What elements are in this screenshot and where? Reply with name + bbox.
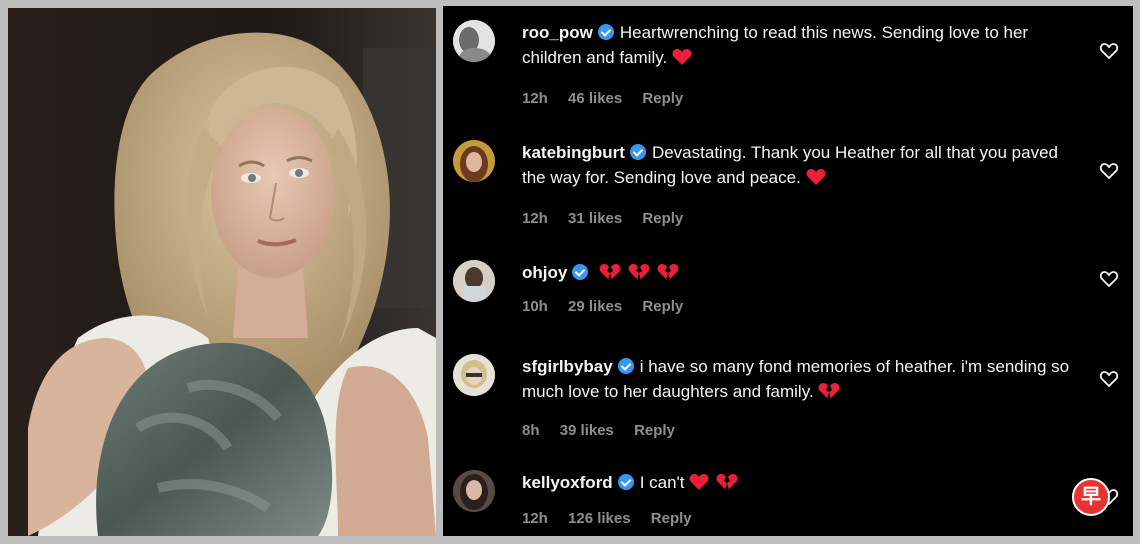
comment-body: kellyoxford I can't bbox=[522, 470, 1073, 498]
reply-button[interactable]: Reply bbox=[651, 510, 692, 527]
avatar[interactable] bbox=[453, 260, 495, 302]
avatar[interactable] bbox=[453, 470, 495, 512]
reply-button[interactable]: Reply bbox=[642, 210, 683, 227]
comment-meta: 12h 31 likes Reply bbox=[522, 210, 699, 227]
comment-time: 8h bbox=[522, 422, 540, 439]
broken-heart-icon bbox=[818, 382, 840, 407]
verified-badge-icon bbox=[597, 24, 614, 40]
comment-body: katebingburt Devastating. Thank you Heath… bbox=[522, 140, 1073, 193]
comment-username[interactable]: katebingburt bbox=[522, 143, 625, 162]
verified-badge-icon bbox=[629, 144, 646, 160]
portrait-photo bbox=[8, 8, 436, 536]
reply-button[interactable]: Reply bbox=[642, 90, 683, 107]
comment-text: I can't bbox=[639, 473, 685, 492]
like-heart-icon[interactable] bbox=[1099, 41, 1119, 61]
verified-badge-icon bbox=[617, 474, 634, 490]
comment-time: 12h bbox=[522, 510, 548, 527]
like-heart-icon[interactable] bbox=[1099, 269, 1119, 289]
avatar-image bbox=[453, 20, 495, 62]
broken-heart-icon bbox=[628, 263, 650, 288]
broken-heart-icon bbox=[716, 473, 738, 498]
avatar-image bbox=[453, 470, 495, 512]
verified-badge-icon bbox=[617, 358, 634, 374]
comment-time: 10h bbox=[522, 298, 548, 315]
comment-time: 12h bbox=[522, 210, 548, 227]
comment-body: sfgirlbybay i have so many fond memories … bbox=[522, 354, 1073, 407]
comment-username[interactable]: sfgirlbybay bbox=[522, 357, 613, 376]
verified-badge-icon bbox=[572, 264, 589, 280]
broken-heart-icon bbox=[657, 263, 679, 288]
comment-likes[interactable]: 31 likes bbox=[568, 210, 622, 227]
comment-likes[interactable]: 46 likes bbox=[568, 90, 622, 107]
comment-username[interactable]: ohjoy bbox=[522, 263, 567, 282]
red-heart-icon bbox=[672, 48, 692, 73]
comment-item: sfgirlbybay i have so many fond memories … bbox=[443, 350, 1133, 460]
comment-time: 12h bbox=[522, 90, 548, 107]
broken-heart-icon bbox=[599, 263, 621, 288]
comment-likes[interactable]: 39 likes bbox=[560, 422, 614, 439]
comment-body: roo_pow Heartwrenching to read this news.… bbox=[522, 20, 1073, 73]
avatar-image bbox=[453, 140, 495, 182]
comment-likes[interactable]: 126 likes bbox=[568, 510, 631, 527]
comment-meta: 10h 29 likes Reply bbox=[522, 298, 699, 315]
avatar[interactable] bbox=[453, 20, 495, 62]
comment-item: ohjoy 10h 29 likes Reply bbox=[443, 256, 1133, 336]
avatar-image bbox=[453, 260, 495, 302]
comment-username[interactable]: kellyoxford bbox=[522, 473, 613, 492]
comment-username[interactable]: roo_pow bbox=[522, 23, 593, 42]
reply-button[interactable]: Reply bbox=[634, 422, 675, 439]
comment-item: kellyoxford I can't 12h 126 likes Reply bbox=[443, 466, 1133, 536]
comment-body: ohjoy bbox=[522, 260, 1073, 288]
comment-item: katebingburt Devastating. Thank you Heath… bbox=[443, 136, 1133, 246]
like-heart-icon[interactable] bbox=[1099, 161, 1119, 181]
red-heart-icon bbox=[689, 473, 709, 498]
watermark-logo-badge: 早 bbox=[1072, 478, 1110, 516]
avatar[interactable] bbox=[453, 354, 495, 396]
comment-meta: 12h 46 likes Reply bbox=[522, 90, 699, 107]
avatar[interactable] bbox=[453, 140, 495, 182]
comments-panel: roo_pow Heartwrenching to read this news.… bbox=[443, 6, 1133, 536]
like-heart-icon[interactable] bbox=[1099, 369, 1119, 389]
comment-item: roo_pow Heartwrenching to read this news.… bbox=[443, 16, 1133, 126]
comment-likes[interactable]: 29 likes bbox=[568, 298, 622, 315]
red-heart-icon bbox=[806, 168, 826, 193]
reply-button[interactable]: Reply bbox=[642, 298, 683, 315]
portrait-illustration bbox=[8, 8, 436, 536]
avatar-image bbox=[453, 354, 495, 396]
comment-meta: 12h 126 likes Reply bbox=[522, 510, 708, 527]
comment-meta: 8h 39 likes Reply bbox=[522, 422, 691, 439]
